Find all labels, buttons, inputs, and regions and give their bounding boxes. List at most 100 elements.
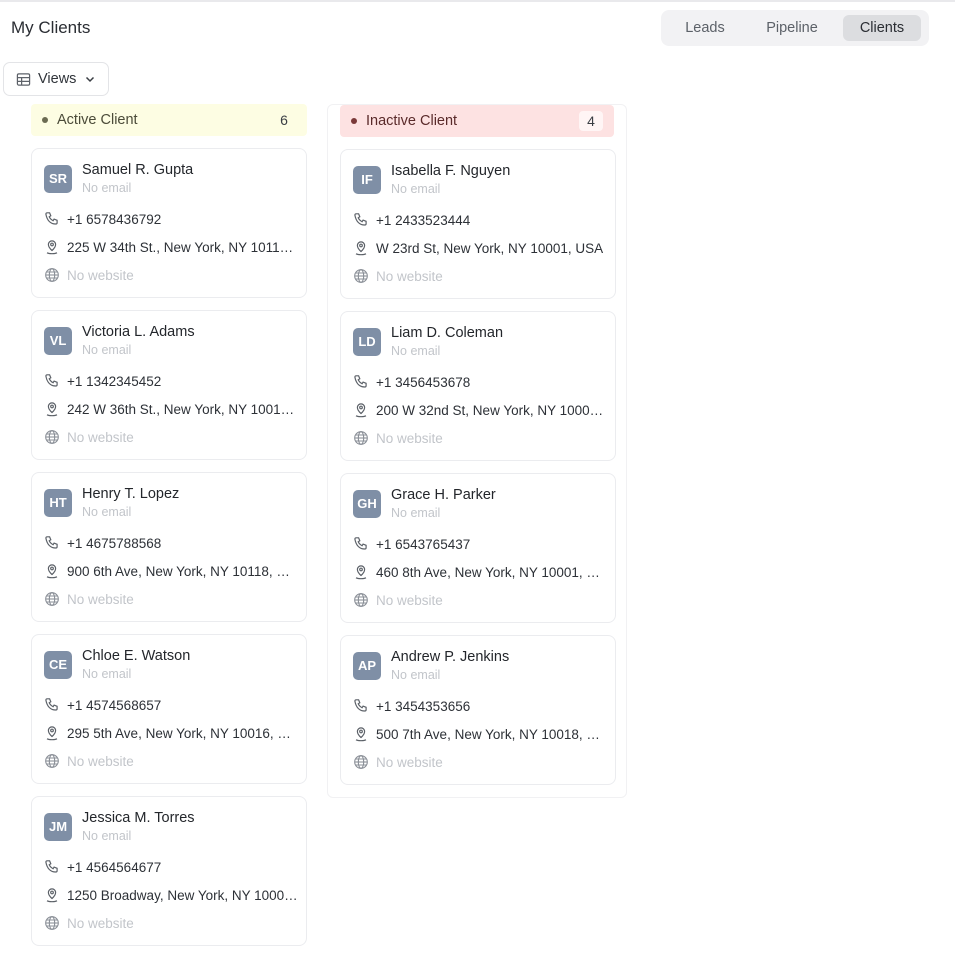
phone-row: +1 3454353656 xyxy=(353,697,607,715)
client-card[interactable]: CE Chloe E. Watson No email +1 4574568657 29… xyxy=(31,634,307,784)
views-label: Views xyxy=(38,71,77,87)
phone-icon xyxy=(44,697,60,713)
client-phone[interactable]: +1 6543765437 xyxy=(376,537,470,552)
phone-row: +1 6543765437 xyxy=(353,535,607,553)
globe-icon xyxy=(353,430,369,446)
client-email: No email xyxy=(82,343,132,357)
client-phone[interactable]: +1 3456453678 xyxy=(376,375,470,390)
client-name[interactable]: Isabella F. Nguyen xyxy=(391,163,510,179)
client-card[interactable]: AP Andrew P. Jenkins No email +1 3454353656… xyxy=(340,635,616,785)
column-title: Inactive Client xyxy=(366,113,458,129)
client-address: 500 7th Ave, New York, NY 10018, USA xyxy=(376,726,607,742)
globe-icon xyxy=(44,753,60,769)
address-row: W 23rd St, New York, NY 10001, USA xyxy=(353,239,607,257)
address-row: 500 7th Ave, New York, NY 10018, USA xyxy=(353,725,607,743)
client-website: No website xyxy=(376,754,443,770)
address-row: 900 6th Ave, New York, NY 10118, USA xyxy=(44,562,298,580)
phone-icon xyxy=(44,211,60,227)
client-phone[interactable]: +1 1342345452 xyxy=(67,374,161,389)
tab-pipeline[interactable]: Pipeline xyxy=(751,15,833,41)
avatar: IF xyxy=(353,166,381,194)
client-phone[interactable]: +1 6578436792 xyxy=(67,212,161,227)
location-icon xyxy=(44,401,60,417)
client-card[interactable]: HT Henry T. Lopez No email +1 4675788568 900… xyxy=(31,472,307,622)
client-phone[interactable]: +1 4564564677 xyxy=(67,860,161,875)
tab-clients[interactable]: Clients xyxy=(843,15,921,41)
client-email: No email xyxy=(391,182,441,196)
client-name[interactable]: Henry T. Lopez xyxy=(82,486,179,502)
address-row: 242 W 36th St., New York, NY 10018, USA xyxy=(44,400,298,418)
client-name[interactable]: Chloe E. Watson xyxy=(82,648,190,664)
client-name[interactable]: Jessica M. Torres xyxy=(82,810,195,826)
client-name[interactable]: Grace H. Parker xyxy=(391,487,496,503)
phone-row: +1 3456453678 xyxy=(353,373,607,391)
column-header[interactable]: Active Client 6 xyxy=(31,104,307,136)
client-name[interactable]: Liam D. Coleman xyxy=(391,325,503,341)
column-inactive-client: Inactive Client 4 IF Isabella F. Nguyen No e… xyxy=(327,104,627,798)
client-card[interactable]: JM Jessica M. Torres No email +1 4564564677… xyxy=(31,796,307,946)
address-row: 460 8th Ave, New York, NY 10001, USA xyxy=(353,563,607,581)
phone-icon xyxy=(353,698,369,714)
client-name[interactable]: Andrew P. Jenkins xyxy=(391,649,509,665)
client-website: No website xyxy=(376,592,443,608)
globe-icon xyxy=(353,268,369,284)
client-address: W 23rd St, New York, NY 10001, USA xyxy=(376,240,604,256)
column-count-badge: 6 xyxy=(280,112,288,128)
avatar: VL xyxy=(44,327,72,355)
client-website: No website xyxy=(376,268,443,284)
avatar: GH xyxy=(353,490,381,518)
client-phone[interactable]: +1 4574568657 xyxy=(67,698,161,713)
website-row: No website xyxy=(44,428,298,446)
location-icon xyxy=(44,725,60,741)
location-icon xyxy=(44,887,60,903)
website-row: No website xyxy=(353,591,607,609)
phone-icon xyxy=(44,859,60,875)
tab-leads[interactable]: Leads xyxy=(669,15,741,41)
globe-icon xyxy=(44,915,60,931)
location-icon xyxy=(353,402,369,418)
client-email: No email xyxy=(82,505,132,519)
website-row: No website xyxy=(353,267,607,285)
client-card[interactable]: GH Grace H. Parker No email +1 6543765437 46… xyxy=(340,473,616,623)
chevron-down-icon xyxy=(86,76,95,83)
client-address: 460 8th Ave, New York, NY 10001, USA xyxy=(376,564,607,580)
client-website: No website xyxy=(67,429,134,445)
client-website: No website xyxy=(376,430,443,446)
client-card[interactable]: VL Victoria L. Adams No email +1 1342345452… xyxy=(31,310,307,460)
status-dot xyxy=(42,117,48,123)
column-header[interactable]: Inactive Client 4 xyxy=(340,105,614,137)
avatar: LD xyxy=(353,328,381,356)
column-title: Active Client xyxy=(57,112,138,128)
phone-row: +1 6578436792 xyxy=(44,210,298,228)
website-row: No website xyxy=(44,266,298,284)
client-phone[interactable]: +1 4675788568 xyxy=(67,536,161,551)
location-icon xyxy=(353,564,369,580)
view-switcher: Leads Pipeline Clients xyxy=(661,10,929,46)
client-name[interactable]: Samuel R. Gupta xyxy=(82,162,193,178)
client-card[interactable]: IF Isabella F. Nguyen No email +1 243352344… xyxy=(340,149,616,299)
website-row: No website xyxy=(353,429,607,447)
client-phone[interactable]: +1 2433523444 xyxy=(376,213,470,228)
client-email: No email xyxy=(82,181,132,195)
address-row: 1250 Broadway, New York, NY 10001, USA xyxy=(44,886,298,904)
client-name[interactable]: Victoria L. Adams xyxy=(82,324,195,340)
phone-row: +1 4564564677 xyxy=(44,858,298,876)
client-card[interactable]: LD Liam D. Coleman No email +1 3456453678 20… xyxy=(340,311,616,461)
client-address: 900 6th Ave, New York, NY 10118, USA xyxy=(67,563,298,579)
phone-icon xyxy=(44,373,60,389)
top-divider xyxy=(0,0,955,2)
client-address: 295 5th Ave, New York, NY 10016, USA xyxy=(67,725,298,741)
phone-icon xyxy=(353,536,369,552)
client-email: No email xyxy=(391,344,441,358)
globe-icon xyxy=(44,267,60,283)
client-card[interactable]: SR Samuel R. Gupta No email +1 6578436792 22… xyxy=(31,148,307,298)
client-phone[interactable]: +1 3454353656 xyxy=(376,699,470,714)
globe-icon xyxy=(44,429,60,445)
column-count-badge: 4 xyxy=(579,111,603,131)
client-address: 242 W 36th St., New York, NY 10018, USA xyxy=(67,401,298,417)
views-button[interactable]: Views xyxy=(3,62,109,96)
status-dot xyxy=(351,118,357,124)
globe-icon xyxy=(353,592,369,608)
client-address: 225 W 34th St., New York, NY 10118, USA xyxy=(67,239,298,255)
phone-row: +1 1342345452 xyxy=(44,372,298,390)
